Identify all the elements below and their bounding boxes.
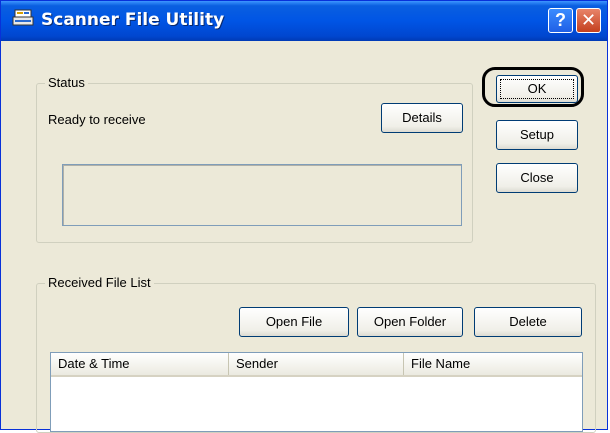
details-button[interactable]: Details	[381, 103, 463, 133]
list-header: Date & Time Sender File Name	[51, 353, 582, 377]
close-icon: ✕	[580, 10, 597, 30]
received-file-list[interactable]: Date & Time Sender File Name	[50, 352, 583, 432]
received-file-list-label: Received File List	[45, 275, 154, 290]
column-file-name[interactable]: File Name	[404, 353, 582, 375]
ok-highlight-ring	[482, 67, 584, 107]
column-date-time[interactable]: Date & Time	[51, 353, 229, 375]
window-close-button[interactable]: ✕	[576, 8, 601, 33]
open-file-button[interactable]: Open File	[239, 307, 349, 337]
scanner-file-utility-window: Scanner File Utility ? ✕ Status Ready to…	[0, 0, 608, 433]
title-bar[interactable]: Scanner File Utility ? ✕	[1, 1, 607, 41]
delete-button[interactable]: Delete	[474, 307, 582, 337]
status-message: Ready to receive	[48, 112, 146, 127]
window-title: Scanner File Utility	[41, 10, 225, 30]
status-group-label: Status	[45, 75, 88, 90]
status-detail-box	[62, 164, 462, 226]
help-icon: ?	[555, 10, 566, 30]
scanner-icon	[12, 9, 34, 26]
help-button[interactable]: ?	[548, 8, 573, 33]
setup-button[interactable]: Setup	[496, 120, 578, 150]
column-sender[interactable]: Sender	[229, 353, 404, 375]
open-folder-button[interactable]: Open Folder	[357, 307, 463, 337]
close-button[interactable]: Close	[496, 163, 578, 193]
